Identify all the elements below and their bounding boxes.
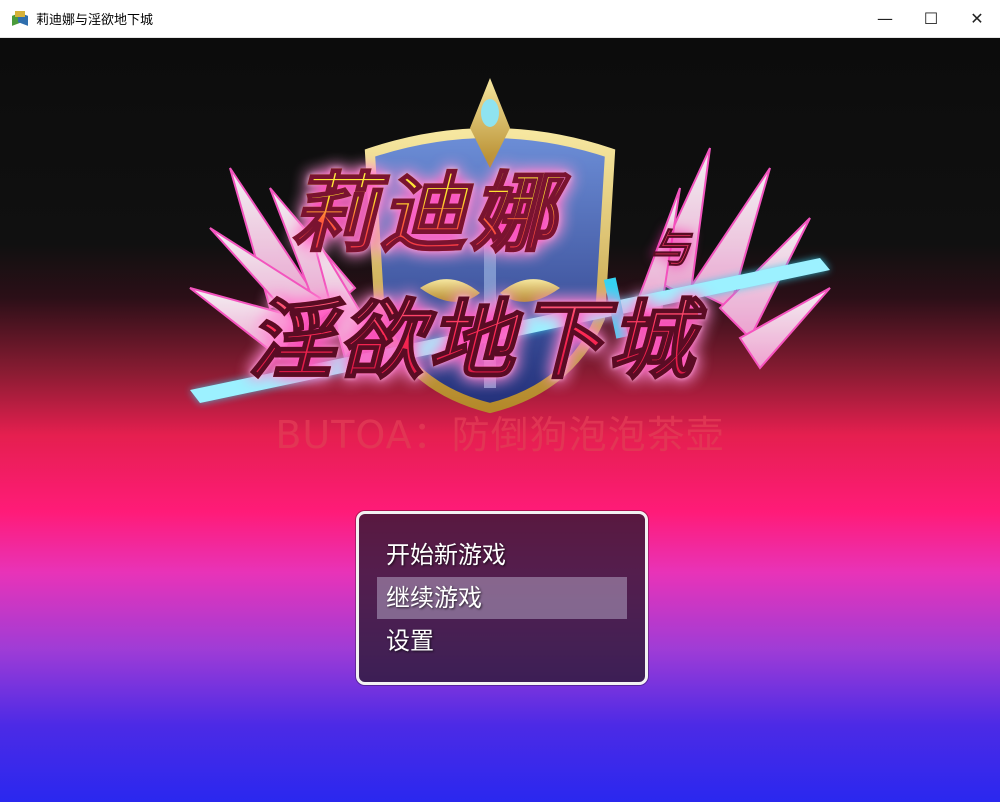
menu-item-settings[interactable]: 设置 [377,620,627,662]
logo-title-line2: 淫欲地下城 [247,270,698,395]
window-title: 莉迪娜与淫欲地下城 [36,13,154,28]
logo-title-connector: 与 [650,226,691,273]
minimize-button[interactable]: — [862,0,908,37]
maximize-button[interactable]: ☐ [908,0,954,37]
menu-item-new-game[interactable]: 开始新游戏 [377,534,627,576]
subtitle-credit: BUTOA：防倒狗泡泡茶壶 [275,413,725,457]
logo-title-line1: 莉迪娜 [289,143,560,268]
title-command-menu: 开始新游戏 继续游戏 设置 [356,511,648,685]
menu-item-continue[interactable]: 继续游戏 [377,577,627,619]
close-icon: ✕ [970,9,984,28]
window-titlebar: 莉迪娜与淫欲地下城 — ☐ ✕ [0,0,1000,38]
game-viewport: 莉迪娜 与 淫欲地下城 BUTOA：防倒狗泡泡茶壶 开始新游戏 继续游戏 设置 [0,38,1000,802]
maximize-icon: ☐ [923,9,939,28]
window-controls: — ☐ ✕ [862,0,1000,37]
app-icon [12,10,28,27]
minimize-icon: — [877,9,893,28]
close-button[interactable]: ✕ [954,0,1000,37]
